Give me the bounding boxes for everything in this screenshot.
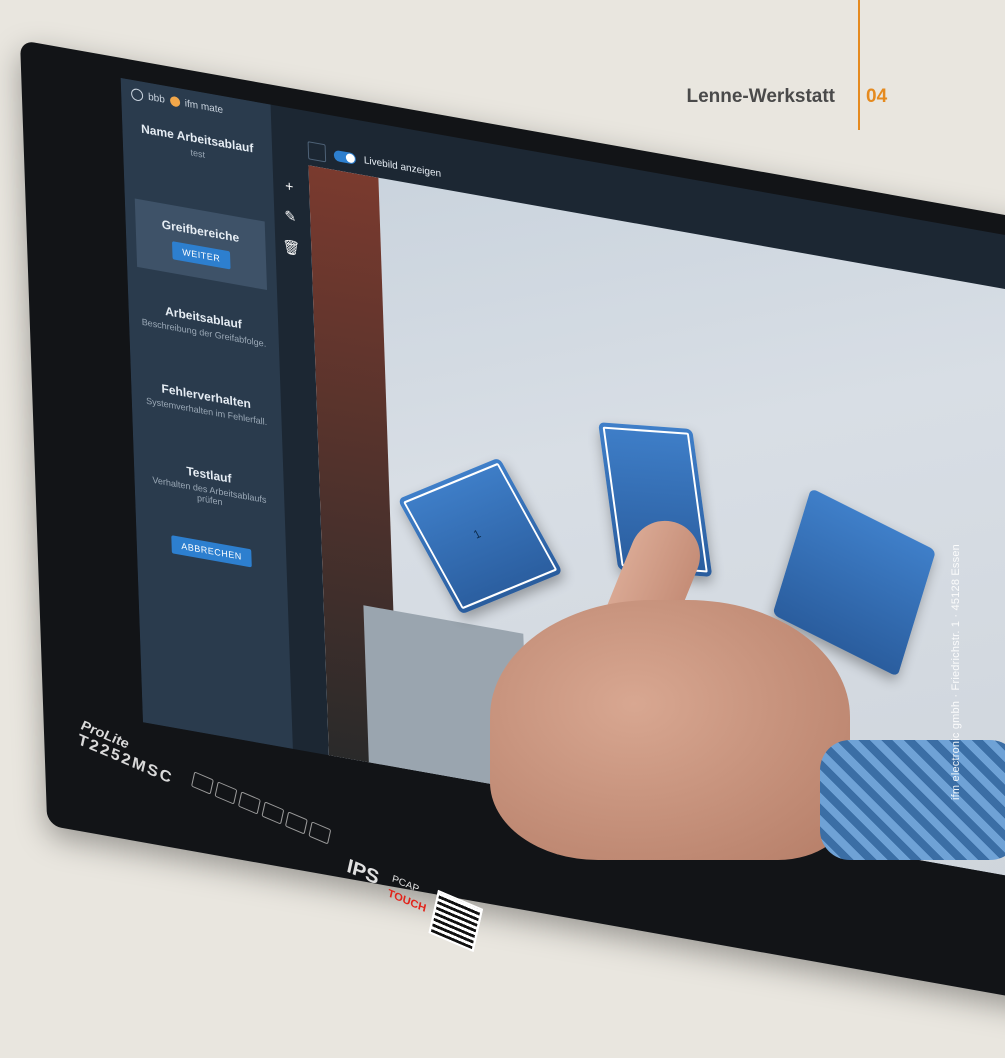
volume-icon[interactable] <box>308 821 332 845</box>
user-row: bbb ifm mate <box>130 87 224 116</box>
cancel-button[interactable]: ABBRECHEN <box>170 535 253 568</box>
bezel-button[interactable] <box>284 811 308 835</box>
bezel-button[interactable] <box>237 791 261 815</box>
sidebar: bbb ifm mate Name Arbeitsablauf test Gre… <box>120 77 293 749</box>
pencil-icon[interactable]: ✎ <box>280 206 301 227</box>
bin-1-outlined[interactable]: 1 <box>397 457 563 615</box>
livebild-toggle[interactable] <box>333 149 357 165</box>
settings-icon[interactable] <box>307 141 327 163</box>
step-workflow[interactable]: Arbeitsablauf Beschreibung der Greifabfo… <box>138 299 269 349</box>
livebild-toggle-label: Livebild anzeigen <box>363 154 442 180</box>
bezel-button[interactable] <box>261 801 285 825</box>
hand <box>490 600 850 860</box>
next-button[interactable]: WEITER <box>171 241 231 270</box>
step-grip-areas-title: Greifbereiche <box>161 217 240 246</box>
touch-label: TOUCH <box>386 887 428 915</box>
shirt-sleeve <box>820 740 1005 860</box>
cancel-row: ABBRECHEN <box>146 523 277 572</box>
mate-name: ifm mate <box>184 97 224 116</box>
user-icon <box>130 87 144 102</box>
qr-code <box>428 889 484 952</box>
mate-icon <box>169 95 180 108</box>
step-test-run[interactable]: Testlauf Verhalten des Arbeitsablaufs pr… <box>144 456 275 516</box>
grip-area-label: 1 <box>471 527 484 542</box>
page-title: Lenne-Werkstatt <box>686 86 835 107</box>
step-grip-areas[interactable]: Greifbereiche WEITER <box>134 198 268 291</box>
trash-icon[interactable]: 🗑 <box>281 237 302 258</box>
tool-column: + ✎ 🗑 <box>279 176 302 272</box>
step-error-behavior[interactable]: Fehlerverhalten Systemverhalten im Fehle… <box>141 378 272 428</box>
bezel-button[interactable] <box>214 781 238 805</box>
bezel-brand: ProLite T2252MSC <box>76 717 178 789</box>
plus-icon[interactable]: + <box>279 176 300 196</box>
page-rule-line <box>858 0 860 130</box>
bezel-button-row <box>191 771 332 845</box>
ips-label: IPS <box>344 855 382 890</box>
step-name[interactable]: Name Arbeitsablauf test <box>132 120 263 170</box>
user-name: bbb <box>147 91 165 106</box>
bezel-button[interactable] <box>191 771 214 795</box>
publisher-credit: ifm electronic gmbh · Friedrichstr. 1 · … <box>950 544 962 800</box>
monitor: bbb ifm mate Name Arbeitsablauf test Gre… <box>20 40 1005 1007</box>
page-number: 04 <box>866 86 888 107</box>
